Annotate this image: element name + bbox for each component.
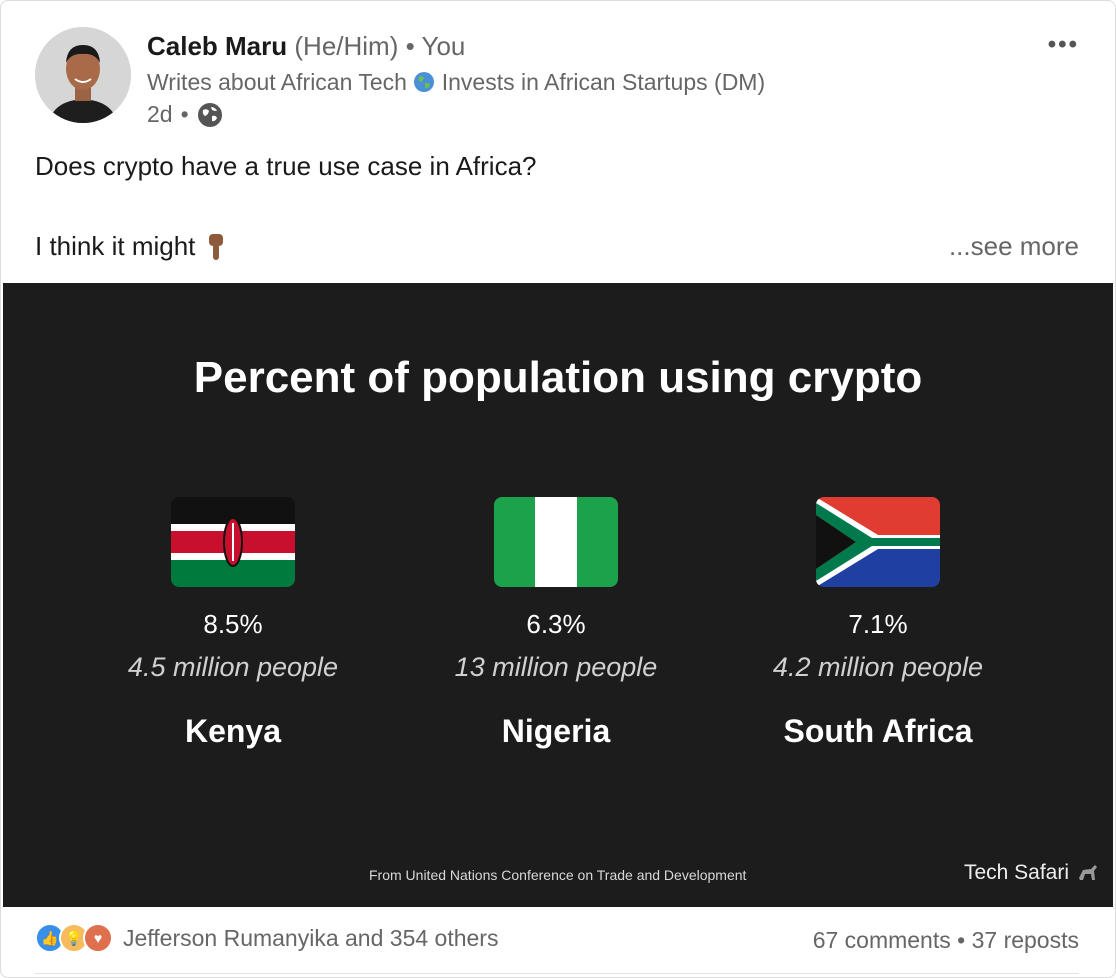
author-name-line: Caleb Maru (He/Him) • You [147, 31, 465, 62]
post-text-line-1: Does crypto have a true use case in Afri… [35, 151, 537, 181]
reposts-count[interactable]: 37 reposts [972, 927, 1079, 953]
nigeria-people: 13 million people [454, 652, 658, 682]
headline-text-2: Invests in African Startups (DM) [441, 69, 766, 95]
author-headline: Writes about African Tech Invests in Afr… [147, 69, 765, 96]
name-separator: • [405, 31, 415, 61]
nigeria-name: Nigeria [501, 713, 611, 749]
south-africa-flag-icon [816, 497, 940, 587]
image-brand: Tech Safari [964, 861, 1099, 885]
comments-count[interactable]: 67 comments [813, 927, 951, 953]
country-card-kenya: 8.5% 4.5 million people Kenya [83, 497, 383, 750]
time-separator: • [180, 101, 189, 127]
globe-icon[interactable] [197, 102, 223, 128]
post-card: Caleb Maru (He/Him) • You Writes about A… [0, 0, 1116, 978]
author-avatar[interactable] [35, 27, 131, 123]
kenya-percent: 8.5% [203, 609, 263, 639]
author-pronouns: (He/Him) [294, 31, 399, 61]
love-reaction-icon: ♥ [83, 923, 113, 953]
nigeria-percent: 6.3% [526, 609, 586, 639]
globe-emoji-icon [414, 72, 435, 92]
kenya-name: Kenya [184, 713, 282, 749]
country-card-nigeria: 6.3% 13 million people Nigeria [406, 497, 706, 750]
kenya-flag-icon [171, 497, 295, 587]
nigeria-flag-icon [494, 497, 618, 587]
post-time: 2d [147, 101, 173, 127]
avatar-portrait-icon [35, 27, 131, 123]
zebra-icon [1079, 865, 1097, 880]
engagement-counts: 67 comments • 37 reposts [813, 927, 1079, 954]
image-title: Percent of population using crypto [193, 353, 923, 402]
brand-name: Tech Safari [963, 861, 1069, 884]
post-image[interactable]: Percent of population using crypto 8.5% … [3, 283, 1113, 907]
post-text-line-2-text: I think it might [35, 231, 196, 261]
post-text-line-2: I think it might [35, 231, 227, 262]
pointing-down-emoji-icon [209, 233, 224, 260]
divider [35, 973, 1079, 974]
south-africa-people: 4.2 million people [772, 652, 984, 682]
reactions-summary[interactable]: 👍 💡 ♥ Jefferson Rumanyika and 354 others [35, 923, 498, 953]
south-africa-name: South Africa [783, 713, 973, 749]
reactors-text[interactable]: Jefferson Rumanyika and 354 others [123, 925, 498, 952]
headline-text-1: Writes about African Tech [147, 69, 407, 95]
kenya-people: 4.5 million people [127, 652, 339, 682]
south-africa-percent: 7.1% [848, 609, 908, 639]
see-more-link[interactable]: ...see more [949, 231, 1079, 262]
post-meta: 2d • [147, 101, 223, 128]
author-name[interactable]: Caleb Maru [147, 31, 287, 61]
author-relation: You [421, 31, 466, 61]
reaction-icons: 👍 💡 ♥ [35, 923, 113, 953]
country-card-south-africa: 7.1% 4.2 million people South Africa [728, 497, 1028, 750]
counts-separator: • [957, 927, 966, 953]
more-options-icon[interactable]: ••• [1048, 31, 1079, 59]
image-source: From United Nations Conference on Trade … [369, 867, 747, 883]
